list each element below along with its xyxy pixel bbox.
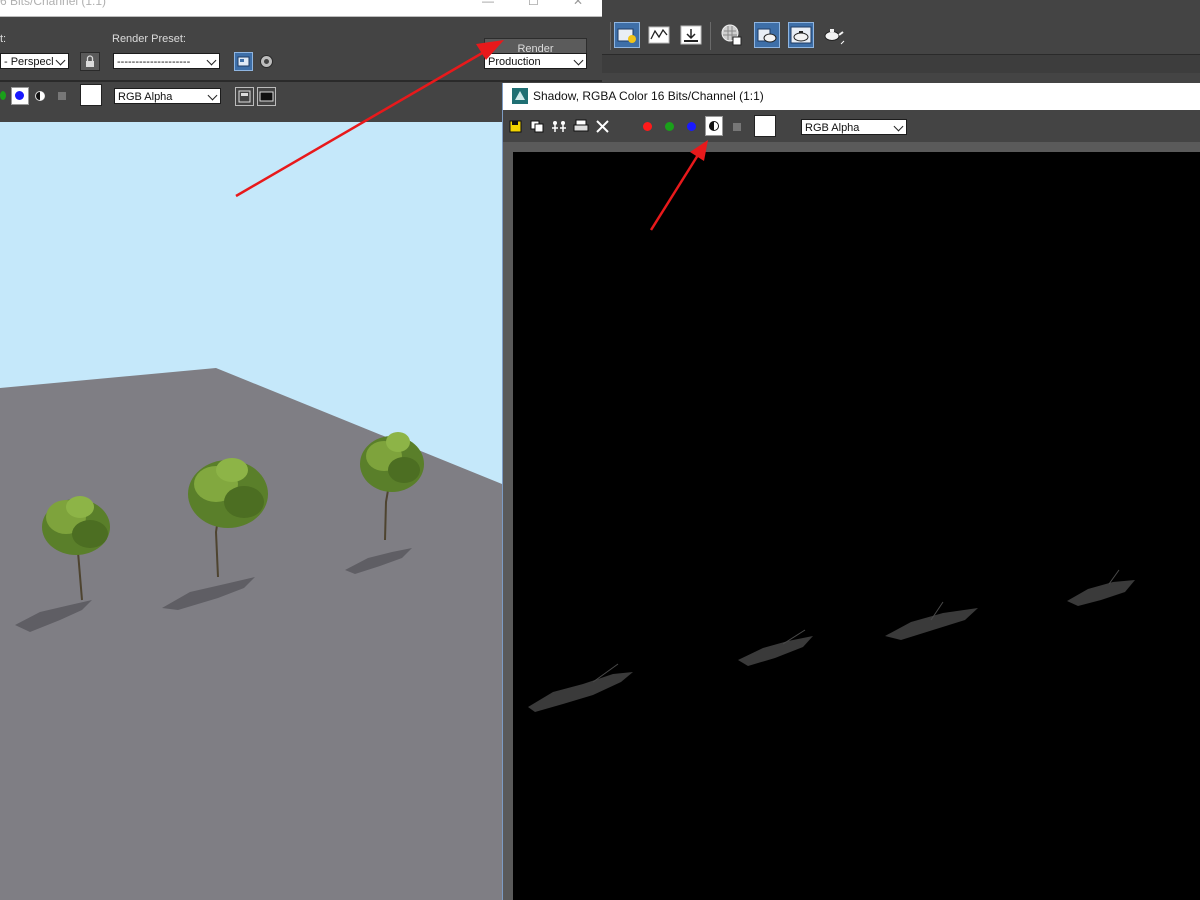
render-preset-value: --------------------	[117, 56, 191, 68]
production-dropdown[interactable]: Production	[484, 53, 587, 69]
color-swatch[interactable]	[754, 115, 776, 137]
alpha-channel-icon[interactable]	[733, 123, 741, 131]
monochrome-toggle[interactable]	[705, 116, 723, 136]
render-setup-button[interactable]	[234, 52, 253, 71]
app-logo-icon	[512, 88, 528, 104]
render-params-bar: t: - Perspecl Render Preset: -----------…	[0, 17, 602, 80]
copy-icon[interactable]	[530, 120, 544, 133]
render-preset-label: Render Preset:	[112, 33, 186, 45]
material-sphere-icon	[721, 24, 742, 46]
render-setup-icon	[617, 28, 636, 43]
chevron-down-icon	[55, 55, 66, 66]
teapot-icon	[790, 26, 812, 44]
channel-display-value: RGB Alpha	[118, 91, 173, 103]
shadow-render-canvas[interactable]	[513, 152, 1200, 900]
window-title: Shadow, RGBA Color 16 Bits/Channel (1:1)	[533, 89, 764, 103]
teapot-icon	[757, 28, 777, 43]
toggle-ui-button[interactable]	[257, 87, 276, 106]
main-toolbar	[602, 16, 1200, 54]
toggle-ui-overlay-button[interactable]	[235, 87, 254, 106]
rendered-frame-window-button[interactable]	[646, 22, 672, 48]
display-icon	[259, 91, 274, 102]
color-swatch[interactable]	[80, 84, 102, 106]
channel-display-value: RGB Alpha	[805, 122, 860, 134]
viewport-dropdown[interactable]: - Perspecl	[0, 53, 69, 69]
lock-icon	[86, 55, 94, 67]
minimize-button[interactable]: —	[482, 0, 494, 8]
chevron-down-icon	[206, 55, 217, 66]
channel-display-dropdown[interactable]: RGB Alpha	[801, 119, 907, 135]
render-iterative-button[interactable]	[820, 22, 846, 48]
red-channel-toggle[interactable]	[643, 122, 652, 131]
shadow-frame-window: Shadow, RGBA Color 16 Bits/Channel (1:1)	[502, 83, 1200, 900]
render-preset-dropdown[interactable]: --------------------	[113, 53, 220, 69]
blue-channel-toggle[interactable]	[687, 122, 696, 131]
environment-button[interactable]	[257, 52, 276, 71]
render-frame-teapot-button[interactable]	[788, 22, 814, 48]
chevron-down-icon	[573, 55, 584, 66]
maximize-button[interactable]: ☐	[528, 0, 539, 8]
save-icon[interactable]	[509, 120, 522, 133]
download-icon	[680, 25, 702, 45]
window-title: 6 Bits/Channel (1:1)	[0, 0, 107, 8]
title-bar[interactable]: Shadow, RGBA Color 16 Bits/Channel (1:1)	[503, 83, 1200, 110]
clone-icon[interactable]	[551, 120, 567, 133]
close-icon[interactable]	[596, 120, 609, 133]
blue-dot-icon	[15, 91, 24, 100]
alpha-channel-icon[interactable]	[58, 92, 66, 100]
print-icon[interactable]	[573, 119, 589, 133]
rendered-viewport	[0, 122, 502, 900]
render-setup-toolbar-button[interactable]	[614, 22, 640, 48]
overlay-icon	[238, 90, 251, 103]
viewport-value: - Perspecl	[4, 56, 54, 68]
production-value: Production	[488, 56, 541, 68]
title-bar[interactable]: 6 Bits/Channel (1:1) — ☐ ✕	[0, 0, 602, 17]
material-editor-button[interactable]	[718, 22, 744, 48]
canvas-frame	[503, 142, 1200, 900]
blue-channel-toggle[interactable]	[11, 87, 29, 105]
render-production-button[interactable]	[678, 22, 704, 48]
frame-toolbar: RGB Alpha	[503, 110, 1200, 142]
channel-display-dropdown[interactable]: RGB Alpha	[114, 88, 221, 104]
monochrome-icon	[709, 121, 719, 131]
green-channel-toggle[interactable]	[0, 91, 6, 100]
toolbar-divider	[602, 54, 1200, 73]
green-channel-toggle[interactable]	[665, 122, 674, 131]
render-setup-icon	[237, 56, 250, 67]
area-label: t:	[0, 33, 7, 45]
active-shade-button[interactable]	[754, 22, 780, 48]
teapot-icon	[824, 29, 845, 45]
gear-icon	[260, 55, 273, 68]
chevron-down-icon	[893, 121, 904, 132]
graph-icon	[648, 26, 670, 44]
lock-button[interactable]	[80, 52, 100, 71]
monochrome-icon[interactable]	[34, 90, 46, 102]
toolbar-separator	[610, 22, 611, 50]
chevron-down-icon	[207, 90, 218, 101]
toolbar-separator	[710, 22, 711, 50]
close-button[interactable]: ✕	[573, 0, 583, 8]
